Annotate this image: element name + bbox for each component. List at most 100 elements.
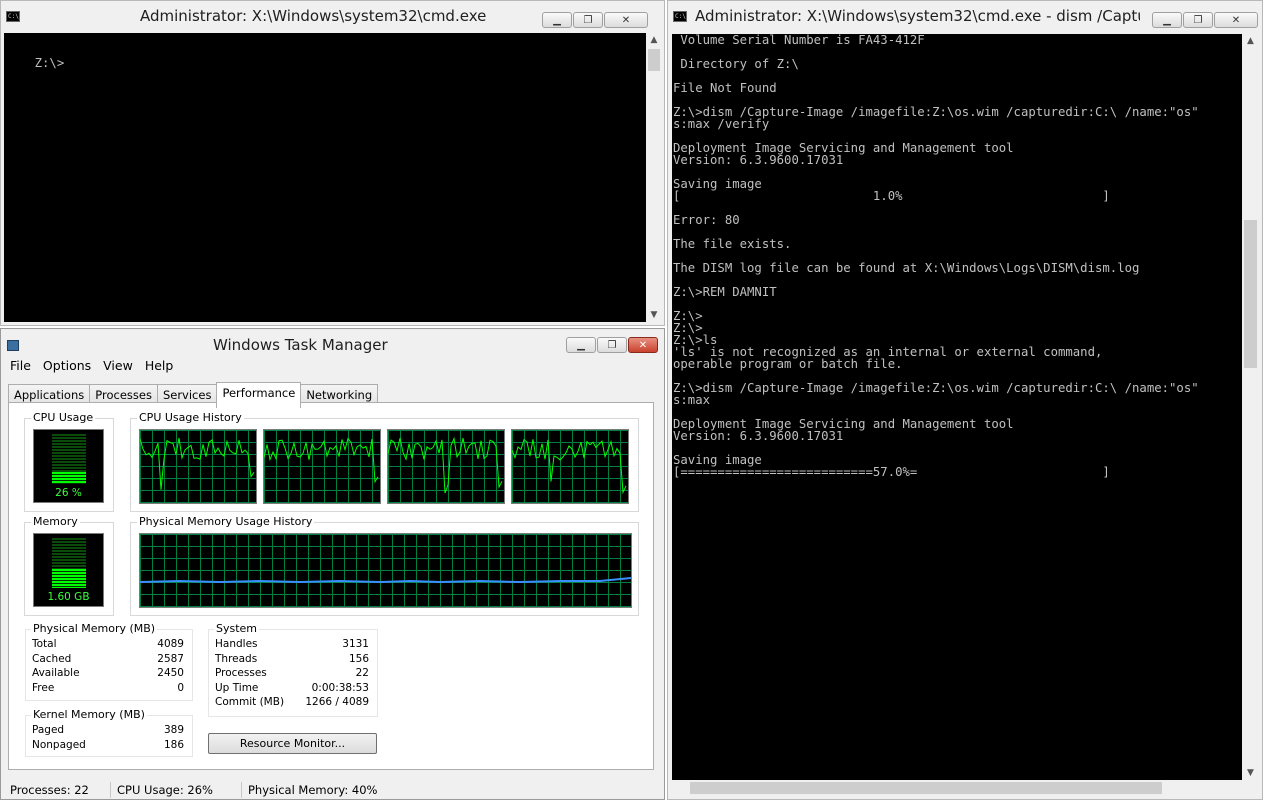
stat-label: Available (32, 667, 80, 679)
cpu-history-group: CPU Usage History (130, 411, 639, 512)
console-line: Directory of Z:\ (673, 57, 799, 71)
maximize-button[interactable]: ❐ (1183, 12, 1213, 28)
console-line: File Not Found (673, 81, 777, 95)
task-manager-statusbar: Processes: 22 CPU Usage: 26% Physical Me… (4, 780, 664, 800)
memory-usage-series (140, 577, 631, 584)
cmd-window-2-console[interactable]: Volume Serial Number is FA43-412F Direct… (672, 34, 1242, 780)
stat-value: 4089 (157, 638, 184, 650)
minimize-icon: ▁ (1163, 14, 1171, 26)
console-line: Z:\>dism /Capture-Image /imagefile:Z:\os… (673, 381, 1199, 395)
cpu-usage-series (264, 437, 379, 484)
stat-value: 2587 (157, 652, 184, 665)
minimize-icon: ▁ (577, 339, 585, 351)
cpu-usage-label: CPU Usage (31, 411, 96, 424)
menu-view[interactable]: View (97, 356, 139, 375)
cmd-window-1-title: Administrator: X:\Windows\system32\cmd.e… (140, 7, 487, 25)
maximize-button[interactable]: ❐ (597, 337, 627, 353)
stat-value: 0 (177, 681, 184, 694)
console-line: Volume Serial Number is FA43-412F (673, 34, 925, 47)
minimize-button[interactable]: ▁ (1152, 12, 1182, 28)
status-processes: Processes: 22 (4, 782, 111, 798)
cpu-core-trace (388, 436, 503, 494)
tab-performance[interactable]: Performance (216, 382, 302, 408)
stat-row: Up Time 0:00:38:53 (215, 682, 369, 694)
scroll-up-icon[interactable]: ▲ (1242, 34, 1259, 48)
cpu-core-trace (264, 437, 379, 484)
stat-label: Total (32, 638, 57, 650)
stat-label: Threads (215, 652, 258, 665)
maximize-button[interactable]: ❐ (573, 12, 603, 28)
cpu-usage-meter: 26 % (33, 429, 104, 503)
cmd-window-2-hscrollbar[interactable] (672, 780, 1242, 796)
stat-row: Commit (MB) 1266 / 4089 (215, 696, 369, 708)
cmd-window-2[interactable]: C:\ Administrator: X:\Windows\system32\c… (667, 0, 1263, 800)
scroll-down-icon[interactable]: ▼ (646, 308, 662, 322)
memory-group: Memory 1.60 GB (24, 515, 114, 616)
stat-value: 186 (163, 739, 184, 751)
console-line: The file exists. (673, 237, 792, 251)
stat-value: 1266 / 4089 (305, 696, 369, 708)
menu-options[interactable]: Options (37, 356, 97, 375)
hscrollbar-thumb[interactable] (690, 782, 1162, 794)
minimize-button[interactable]: ▁ (542, 12, 572, 28)
memory-history-graph (139, 533, 632, 608)
stat-value: 2450 (157, 667, 184, 679)
stat-label: Commit (MB) (215, 696, 285, 708)
cpu-core-graph (263, 429, 381, 504)
scroll-down-icon[interactable]: ▼ (1242, 766, 1259, 780)
memory-history-group: Physical Memory Usage History (130, 515, 639, 616)
console-line: [ 1.0% ] (673, 189, 1110, 203)
task-manager-app-icon (7, 339, 19, 351)
menu-file[interactable]: File (4, 356, 37, 375)
console-line: Z:\> (673, 309, 703, 323)
close-button[interactable]: ✕ (628, 337, 658, 353)
cpu-usage-series (140, 437, 255, 490)
memory-label: Memory (31, 515, 80, 528)
cpu-usage-value: 26 % (55, 487, 82, 499)
console-prompt: Z:\> (34, 56, 65, 70)
menu-help[interactable]: Help (139, 356, 180, 375)
scrollbar-thumb[interactable] (1244, 220, 1257, 368)
cpu-history-label: CPU Usage History (137, 411, 244, 424)
kernel-memory-label: Kernel Memory (MB) (31, 708, 147, 721)
close-button[interactable]: ✕ (604, 12, 648, 28)
system-group: System Handles 3131 Threads 156 Processes 22 U… (208, 622, 378, 717)
scroll-up-icon[interactable]: ▲ (646, 33, 662, 47)
stat-row: Threads 156 (215, 653, 369, 665)
physical-memory-label: Physical Memory (MB) (31, 622, 158, 635)
cmd-window-1-console[interactable]: Z:\> (4, 33, 646, 322)
memory-meter: 1.60 GB (33, 533, 104, 607)
stat-value: 22 (355, 667, 369, 679)
cpu-usage-series (388, 436, 503, 494)
cpu-usage-series (512, 438, 627, 495)
stat-value: 0:00:38:53 (311, 681, 369, 694)
cmd-window-2-scrollbar[interactable]: ▲ ▼ (1242, 34, 1259, 780)
minimize-button[interactable]: ▁ (566, 337, 596, 353)
system-label: System (214, 622, 260, 635)
console-line: [==========================57.0%= ] (673, 465, 1110, 479)
memory-meter-fill (52, 569, 86, 588)
stat-label: Cached (32, 652, 72, 665)
cmd-window-1-scrollbar[interactable]: ▲ ▼ (646, 33, 662, 322)
status-memory: Physical Memory: 40% (248, 783, 378, 797)
console-line: Error: 80 (673, 213, 740, 227)
cpu-core-graph (387, 429, 505, 504)
cpu-core-trace (140, 437, 255, 490)
close-icon: ✕ (621, 14, 631, 26)
console-line: The DISM log file can be found at X:\Win… (673, 261, 1140, 275)
cmd-window-2-title: Administrator: X:\Windows\system32\cmd.e… (695, 7, 1140, 25)
minimize-icon: ▁ (553, 14, 561, 26)
cmd-window-1[interactable]: C:\ Administrator: X:\Windows\system32\c… (0, 0, 665, 326)
stat-row: Total 4089 (32, 638, 184, 650)
scrollbar-thumb[interactable] (648, 49, 660, 71)
restore-icon: ❐ (607, 339, 617, 351)
stat-row: Cached 2587 (32, 653, 184, 665)
close-button[interactable]: ✕ (1214, 12, 1258, 28)
stat-label: Nonpaged (32, 739, 86, 751)
stat-row: Free 0 (32, 682, 184, 694)
resource-monitor-button[interactable]: Resource Monitor... (208, 733, 377, 754)
memory-history-line (140, 577, 631, 584)
console-line: s:max (673, 393, 711, 407)
